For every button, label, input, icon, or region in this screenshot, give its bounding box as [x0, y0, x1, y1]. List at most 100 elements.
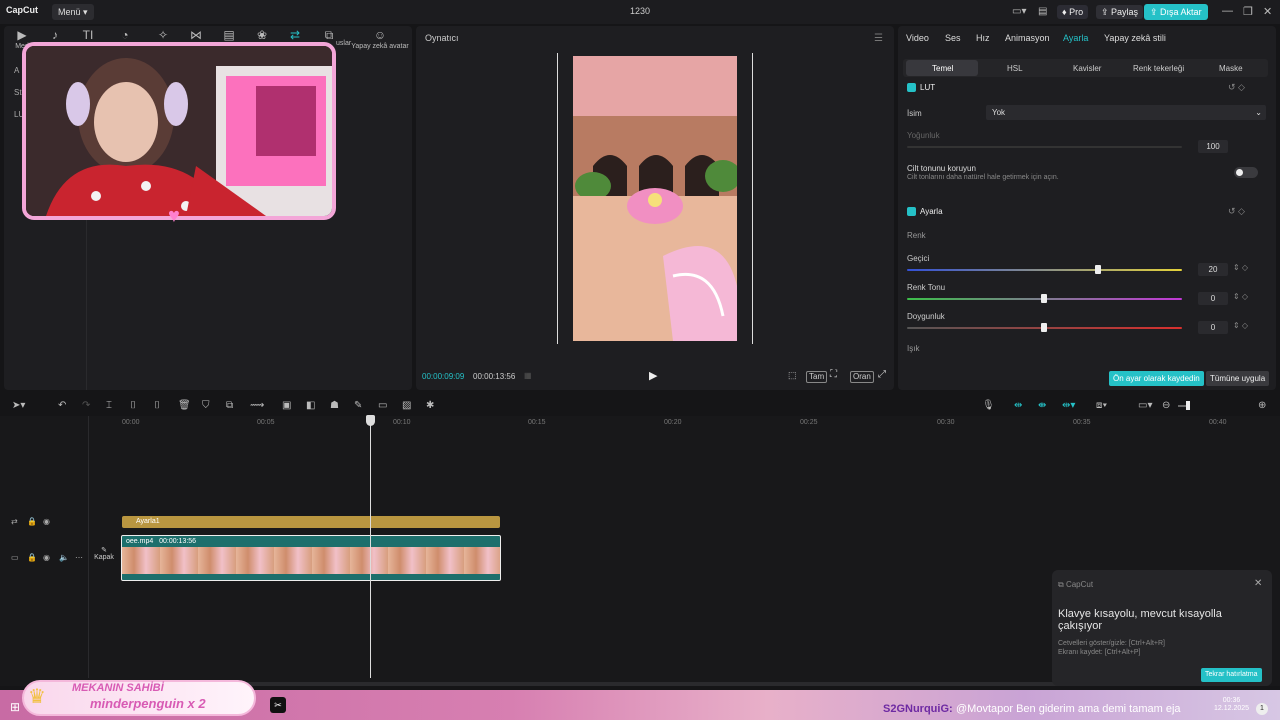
saturation-value[interactable]: 0 [1198, 321, 1228, 334]
skin-tone-toggle[interactable] [1234, 167, 1258, 178]
intensity-value[interactable]: 100 [1198, 140, 1228, 153]
reset-icon[interactable]: ↺ ◇ [1228, 82, 1245, 93]
temperature-slider[interactable] [907, 269, 1182, 271]
dont-remind-button[interactable]: Tekrar hatırlatma [1201, 668, 1262, 682]
apply-all-button[interactable]: Tümüne uygula [1206, 371, 1270, 386]
image-tool-icon[interactable]: ▨ [402, 400, 411, 411]
lut-name-select[interactable]: Yok ⌄ [986, 105, 1266, 120]
close-icon[interactable]: ✕ [1263, 5, 1272, 18]
video-clip[interactable]: oee.mp4 00:00:13:56 [121, 535, 501, 581]
magic-icon[interactable]: ✎ [354, 400, 362, 411]
export-button[interactable]: ⇪ Dışa Aktar [1144, 4, 1208, 20]
tab-animation[interactable]: Animasyon [1005, 33, 1050, 43]
zoom-out-icon[interactable]: ⊖ [1162, 400, 1170, 411]
tab-video[interactable]: Video [906, 33, 929, 43]
stepper-icon[interactable]: ⇕ ◇ [1233, 292, 1248, 301]
caption-icon[interactable]: ▭▾ [1138, 400, 1152, 411]
adjust-checkbox[interactable] [907, 207, 916, 216]
play-button[interactable]: ▶ [649, 369, 657, 382]
ai-tool-icon[interactable]: ✱ [426, 400, 434, 411]
ai-avatar-tool[interactable]: ☺ Yapay zekâ avatar [350, 28, 410, 50]
temperature-label: Geçici [907, 254, 930, 263]
video-preview[interactable] [573, 56, 741, 341]
hue-knob[interactable] [1041, 294, 1047, 303]
adjustment-clip[interactable]: Ayarla1 [122, 516, 500, 528]
snapshot-icon[interactable]: ⛶ [830, 369, 837, 380]
stepper-icon[interactable]: ⇕ ◇ [1233, 263, 1248, 272]
temperature-value[interactable]: 20 [1198, 263, 1228, 276]
redo-icon[interactable]: ↷ [82, 400, 90, 411]
pro-button[interactable]: ♦ Pro [1057, 5, 1089, 19]
mic-icon[interactable]: 🎙 [982, 400, 995, 411]
mirror-icon[interactable]: ◧ [306, 400, 315, 411]
capcut-taskbar-icon[interactable]: ✂ [270, 697, 286, 713]
lut-name-value: Yok [992, 108, 1006, 117]
magnet-icon[interactable]: ⇼ [1038, 400, 1046, 411]
fullscreen-icon[interactable]: ⤢ [878, 369, 886, 380]
light-section-label: Işık [907, 344, 920, 353]
freeze-icon[interactable]: ▣ [282, 400, 291, 411]
eye-icon[interactable]: ◉ [43, 517, 50, 526]
cutout-icon[interactable]: ☗ [330, 400, 339, 411]
lut-checkbox[interactable] [907, 83, 916, 92]
split-right-icon[interactable]: ⌷ [154, 400, 160, 411]
crop-icon[interactable]: ⬚ [788, 370, 797, 381]
maximize-icon[interactable]: ❐ [1243, 5, 1253, 18]
share-button[interactable]: ⇪ Paylaş [1096, 5, 1144, 19]
playhead-line[interactable] [370, 416, 371, 678]
lock-icon[interactable]: 🔒 [27, 553, 37, 562]
player-menu-icon[interactable]: ☰ [874, 33, 883, 44]
speaker-icon[interactable]: 🔈 [59, 553, 69, 562]
layout-icon[interactable]: ▭▾ [1012, 6, 1026, 17]
split-left-icon[interactable]: ⌷ [130, 400, 136, 411]
tab-audio[interactable]: Ses [945, 33, 961, 43]
adjust-reset-icon[interactable]: ↺ ◇ [1228, 206, 1245, 217]
shield-icon[interactable]: ⛉ [202, 400, 210, 411]
split-icon[interactable]: ⌶ [106, 400, 112, 411]
cover-button[interactable]: ✎ Kapak [92, 546, 116, 570]
tab-ai-style[interactable]: Yapay zekâ stili [1104, 33, 1166, 43]
side-item[interactable]: St [14, 88, 22, 97]
select-tool-icon[interactable]: ➤▾ [12, 400, 25, 411]
link-icon[interactable]: ⇹▾ [1062, 400, 1075, 411]
subtab-basic[interactable]: Temel [932, 64, 953, 73]
lock-icon[interactable]: 🔒 [27, 517, 37, 526]
notification-app-label: CapCut [1065, 580, 1094, 589]
zoom-fit-icon[interactable]: ⊕ [1258, 400, 1266, 411]
intensity-slider[interactable] [907, 146, 1182, 148]
taskbar-clock: 00:36 12.12.2025 [1214, 697, 1249, 713]
side-item[interactable]: A [14, 66, 19, 75]
link-main-icon[interactable]: ⇹ [1014, 400, 1022, 411]
windows-start-icon[interactable]: ⊞ [10, 700, 20, 714]
save-preset-button[interactable]: Ön ayar olarak kaydedin [1109, 371, 1204, 386]
crop-tool-icon[interactable]: ⧉ [226, 400, 233, 411]
speed-icon[interactable]: ⟿ [250, 400, 264, 411]
shortcut-icon[interactable]: ▤ [1038, 6, 1047, 17]
saturation-knob[interactable] [1041, 323, 1047, 332]
subtab-mask[interactable]: Maske [1219, 64, 1243, 73]
temperature-knob[interactable] [1095, 265, 1101, 274]
minimize-icon[interactable]: — [1222, 5, 1233, 17]
subtab-curves[interactable]: Kavisler [1073, 64, 1101, 73]
delete-icon[interactable]: 🗑 [178, 400, 191, 411]
notification-badge-icon[interactable]: 1 [1256, 703, 1268, 715]
subtab-color-wheel[interactable]: Renk tekerleği [1133, 64, 1184, 73]
current-time: 00:00:09:09 [422, 372, 465, 381]
eye-icon[interactable]: ◉ [43, 553, 50, 562]
more-icon[interactable]: ⋯ [75, 553, 83, 562]
full-quality-button[interactable]: Tam [806, 371, 828, 383]
stepper-icon[interactable]: ⇕ ◇ [1233, 321, 1248, 330]
ratio-tool-icon[interactable]: ▭ [378, 400, 387, 411]
undo-icon[interactable]: ↶ [58, 400, 66, 411]
notification-close-icon[interactable]: ✕ [1254, 578, 1262, 589]
subtab-hsl[interactable]: HSL [1007, 64, 1023, 73]
hue-value[interactable]: 0 [1198, 292, 1228, 305]
preview-axis-icon[interactable]: ⧈▾ [1096, 400, 1107, 411]
tab-adjust[interactable]: Ayarla [1063, 33, 1088, 43]
playhead-handle[interactable] [366, 415, 375, 426]
ratio-button[interactable]: Oran [850, 371, 874, 383]
timecode-grid-icon[interactable]: ▦ [524, 371, 532, 380]
zoom-slider-knob[interactable] [1186, 401, 1190, 410]
ruler-tick: 00:35 [1073, 419, 1091, 426]
tab-speed[interactable]: Hız [976, 33, 990, 43]
